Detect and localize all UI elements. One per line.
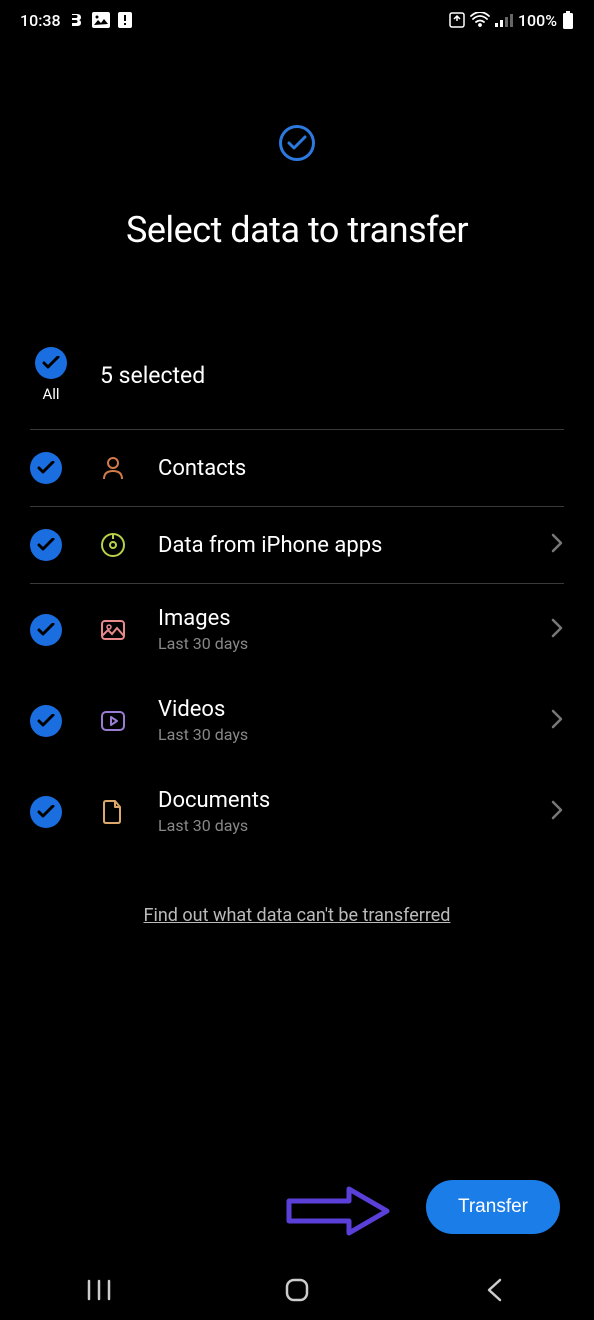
nav-recent-icon[interactable] [74, 1270, 124, 1310]
chevron-right-icon [550, 799, 564, 825]
nav-bar [0, 1260, 594, 1320]
status-left: 10:38 [20, 11, 132, 30]
transfer-button[interactable]: Transfer [426, 1180, 560, 1234]
apps-icon [98, 530, 128, 560]
status-battery-text: 100% [518, 11, 557, 30]
chevron-right-icon [550, 532, 564, 558]
item-label: Data from iPhone apps [158, 533, 550, 558]
documents-icon [98, 797, 128, 827]
header-check-icon [30, 125, 564, 161]
item-text: Data from iPhone apps [158, 533, 550, 558]
list-item[interactable]: Documents Last 30 days [30, 766, 564, 857]
battery-icon [562, 11, 574, 29]
nav-home-icon[interactable] [272, 1270, 322, 1310]
data-saver-icon [449, 12, 465, 28]
list-item[interactable]: Data from iPhone apps [30, 507, 564, 584]
chevron-right-icon [550, 617, 564, 643]
item-text: Documents Last 30 days [158, 788, 550, 835]
images-icon [98, 615, 128, 645]
item-text: Contacts [158, 456, 564, 481]
select-all-checkbox[interactable] [35, 347, 67, 379]
page-title: Select data to transfer [30, 209, 564, 251]
item-label: Contacts [158, 456, 564, 481]
item-label: Documents [158, 788, 550, 813]
list-item[interactable]: Contacts [30, 430, 564, 507]
item-sublabel: Last 30 days [158, 816, 550, 835]
item-sublabel: Last 30 days [158, 725, 550, 744]
list-item[interactable]: Videos Last 30 days [30, 675, 564, 766]
select-all-row[interactable]: All 5 selected [30, 347, 564, 430]
item-checkbox[interactable] [30, 796, 62, 828]
gallery-icon [92, 12, 110, 28]
annotation-arrow-icon [284, 1186, 394, 1240]
bixby-icon [69, 12, 84, 28]
status-bar: 10:38 100% [0, 0, 594, 40]
videos-icon [98, 706, 128, 736]
item-checkbox[interactable] [30, 614, 62, 646]
item-checkbox[interactable] [30, 452, 62, 484]
selected-count: 5 selected [100, 362, 205, 389]
chevron-right-icon [550, 708, 564, 734]
all-label: All [42, 385, 59, 403]
contacts-icon [98, 453, 128, 483]
status-time: 10:38 [20, 11, 61, 30]
main-content: Select data to transfer All 5 selected C… [0, 125, 594, 926]
nav-back-icon[interactable] [470, 1270, 520, 1310]
signal-icon [495, 13, 513, 27]
item-checkbox[interactable] [30, 529, 62, 561]
list-item[interactable]: Images Last 30 days [30, 584, 564, 675]
item-checkbox[interactable] [30, 705, 62, 737]
item-label: Videos [158, 697, 550, 722]
item-label: Images [158, 606, 550, 631]
status-right: 100% [449, 11, 574, 30]
wifi-icon [470, 12, 490, 28]
item-text: Images Last 30 days [158, 606, 550, 653]
item-sublabel: Last 30 days [158, 634, 550, 653]
alert-icon [118, 12, 132, 28]
item-text: Videos Last 30 days [158, 697, 550, 744]
info-link[interactable]: Find out what data can't be transferred [30, 905, 564, 926]
